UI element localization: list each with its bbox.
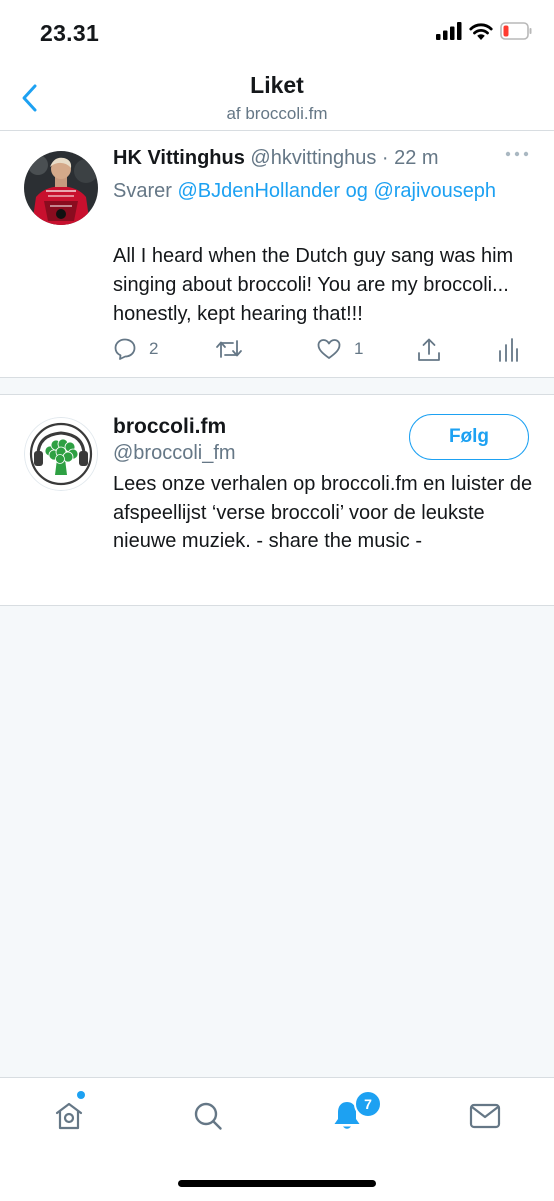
tab-home[interactable]: [49, 1096, 89, 1136]
notifications-badge: 7: [354, 1090, 382, 1118]
reply-icon: [114, 338, 136, 360]
reply-context: Svarer @BJdenHollander og @rajivouseph: [113, 176, 533, 207]
analytics-icon: [499, 338, 518, 362]
reply-count: 2: [149, 339, 159, 358]
user-bio: Lees onze verhalen op broccoli.fm en lui…: [113, 473, 533, 552]
battery-low-icon: [500, 22, 532, 40]
tweet-author-handle[interactable]: @hkvittinghus: [250, 147, 376, 169]
reply-mention-1[interactable]: @BJdenHollander: [177, 180, 340, 202]
tweet-actions: 2 1: [113, 337, 533, 367]
home-icon: [55, 1102, 83, 1130]
author-avatar[interactable]: [24, 151, 98, 225]
nav-bar: Liket af broccoli.fm: [0, 66, 554, 131]
follow-button[interactable]: Følg: [409, 414, 529, 460]
home-indicator[interactable]: [178, 1180, 376, 1187]
more-options-icon[interactable]: [505, 147, 529, 161]
cellular-signal-icon: [436, 22, 462, 40]
heart-icon: [317, 339, 341, 359]
tweet-time: · 22 m: [381, 147, 439, 169]
search-icon: [194, 1102, 222, 1130]
page-subtitle: af broccoli.fm: [226, 104, 328, 123]
reply-mention-2[interactable]: @rajivouseph: [373, 180, 496, 202]
tab-search[interactable]: [188, 1096, 228, 1136]
retweet-icon: [216, 340, 242, 358]
like-count: 1: [354, 339, 364, 358]
status-icons: [436, 22, 532, 40]
liked-tweet[interactable]: HK Vittinghus @hkvittinghus · 22 m Svare…: [0, 131, 554, 378]
tweet-text: All I heard when the Dutch guy sang was …: [113, 245, 514, 325]
like-button[interactable]: 1: [316, 337, 363, 361]
tab-messages[interactable]: [465, 1096, 505, 1136]
home-unread-dot: [77, 1091, 85, 1099]
broccoli-avatar[interactable]: [24, 417, 98, 491]
user-name[interactable]: broccoli.fm: [113, 415, 226, 439]
tweet-header: HK Vittinghus @hkvittinghus · 22 m: [113, 147, 439, 170]
page-title: Liket: [250, 72, 304, 98]
tweet-author-name[interactable]: HK Vittinghus: [113, 147, 245, 169]
reply-prefix: Svarer: [113, 180, 172, 202]
analytics-button[interactable]: [497, 337, 519, 363]
status-bar: 23.31: [0, 0, 554, 66]
user-handle[interactable]: @broccoli_fm: [113, 442, 236, 465]
messages-icon: [469, 1103, 501, 1129]
share-icon: [418, 338, 440, 361]
section-divider: [0, 378, 554, 395]
status-time: 23.31: [40, 20, 100, 46]
wifi-icon: [469, 23, 493, 40]
reply-joiner: og: [345, 180, 368, 202]
share-button[interactable]: [416, 337, 442, 363]
reply-button[interactable]: 2: [113, 337, 158, 361]
user-card[interactable]: broccoli.fm @broccoli_fm Følg Lees onze …: [0, 395, 554, 606]
retweet-button[interactable]: [215, 337, 255, 361]
